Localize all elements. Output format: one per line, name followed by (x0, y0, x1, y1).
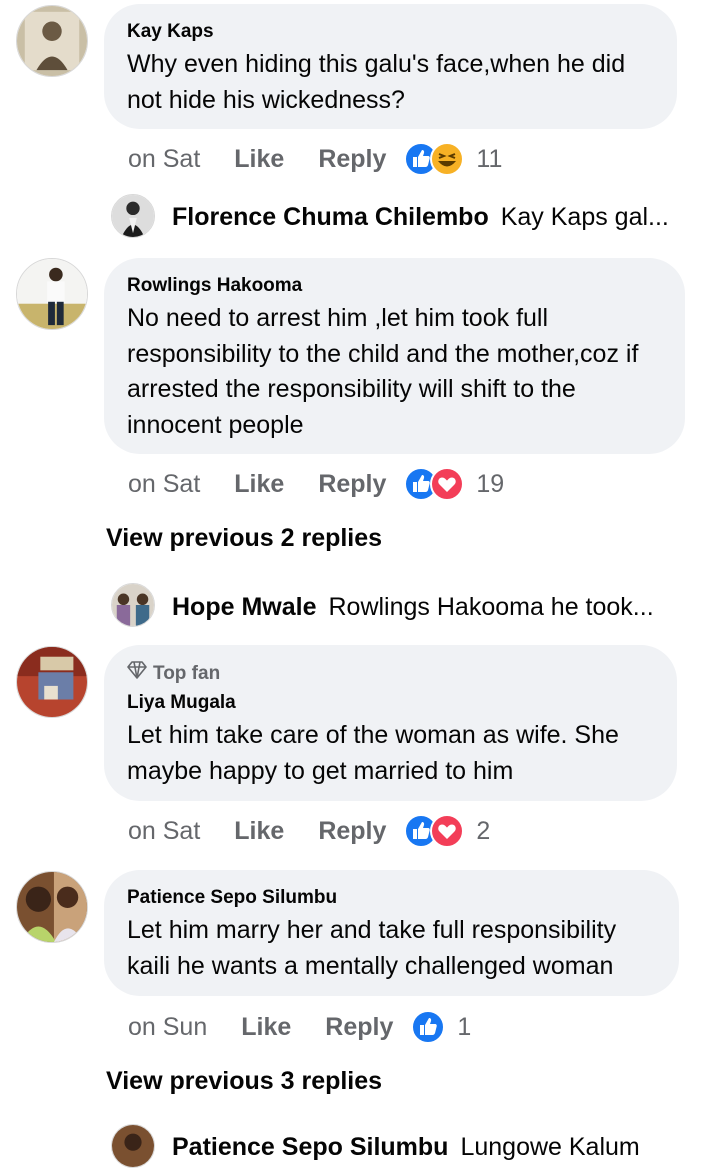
reply-avatar[interactable] (111, 583, 155, 627)
like-button[interactable]: Like (234, 817, 284, 846)
reply-preview[interactable]: Patience Sepo Silumbu Lungowe Kalum (172, 1130, 692, 1164)
comment-author[interactable]: Rowlings Hakooma (127, 274, 661, 298)
reply-snippet: Rowlings Hakooma he took... (328, 592, 654, 621)
comment-time[interactable]: on Sat (128, 145, 200, 174)
reply-author[interactable]: Hope Mwale (172, 593, 316, 622)
comment-text: Why even hiding this galu's face,when he… (127, 50, 626, 114)
comment-text: No need to arrest him ,let him took full… (127, 304, 639, 439)
reply-button[interactable]: Reply (318, 817, 386, 846)
reactions-summary[interactable]: 1 (411, 1010, 471, 1044)
view-previous-replies[interactable]: View previous 2 replies (106, 524, 382, 553)
avatar[interactable] (16, 646, 88, 718)
reply-preview[interactable]: Florence Chuma Chilembo Kay Kaps gal... (172, 200, 692, 234)
top-fan-badge: Top fan (127, 661, 653, 686)
reply-avatar[interactable] (111, 1124, 155, 1168)
reply-preview[interactable]: Hope Mwale Rowlings Hakooma he took... (172, 590, 692, 624)
view-previous-replies[interactable]: View previous 3 replies (106, 1067, 382, 1096)
like-reaction-icon (411, 1010, 446, 1044)
avatar[interactable] (16, 258, 88, 330)
avatar[interactable] (16, 5, 88, 77)
top-fan-label: Top fan (153, 662, 221, 684)
avatar[interactable] (16, 871, 88, 943)
like-button[interactable]: Like (234, 470, 284, 499)
reply-author[interactable]: Florence Chuma Chilembo (172, 203, 489, 232)
reaction-count: 1 (457, 1012, 472, 1041)
reply-author[interactable]: Patience Sepo Silumbu (172, 1133, 448, 1162)
comment-text: Let him marry her and take full responsi… (127, 916, 617, 980)
reaction-count: 19 (476, 469, 505, 498)
reply-avatar[interactable] (111, 194, 155, 238)
reactions-summary[interactable]: 2 (404, 814, 490, 848)
comment-author[interactable]: Patience Sepo Silumbu (127, 886, 655, 910)
reactions-summary[interactable]: 19 (404, 467, 504, 501)
comment-text: Let him take care of the woman as wife. … (127, 721, 619, 785)
comment-bubble: Rowlings Hakooma No need to arrest him ,… (104, 258, 685, 454)
reply-button[interactable]: Reply (325, 1013, 393, 1042)
reply-snippet: Lungowe Kalum (460, 1132, 640, 1161)
haha-reaction-icon (430, 142, 465, 176)
reply-button[interactable]: Reply (318, 145, 386, 174)
comment-time[interactable]: on Sun (128, 1013, 207, 1042)
diamond-icon (127, 661, 147, 686)
comment-time[interactable]: on Sat (128, 817, 200, 846)
reply-button[interactable]: Reply (318, 470, 386, 499)
comment-bubble: Patience Sepo Silumbu Let him marry her … (104, 870, 679, 996)
love-reaction-icon (430, 814, 465, 848)
reply-snippet: Kay Kaps gal... (500, 202, 669, 231)
comment-bubble: Kay Kaps Why even hiding this galu's fac… (104, 4, 677, 129)
comment-bubble: Top fan Liya Mugala Let him take care of… (104, 645, 677, 801)
comment-actions: on Sun Like Reply 1 (128, 1007, 471, 1047)
reaction-count: 11 (476, 144, 503, 173)
comment-actions: on Sat Like Reply 2 (128, 811, 490, 851)
comment-time[interactable]: on Sat (128, 470, 200, 499)
comment-actions: on Sat Like Reply 11 (128, 139, 502, 179)
reaction-count: 2 (476, 816, 491, 845)
reactions-summary[interactable]: 11 (404, 142, 502, 176)
comment-actions: on Sat Like Reply 19 (128, 464, 504, 504)
like-button[interactable]: Like (241, 1013, 291, 1042)
love-reaction-icon (430, 467, 465, 501)
like-button[interactable]: Like (234, 145, 284, 174)
comment-author[interactable]: Liya Mugala (127, 691, 653, 715)
comment-author[interactable]: Kay Kaps (127, 20, 653, 44)
